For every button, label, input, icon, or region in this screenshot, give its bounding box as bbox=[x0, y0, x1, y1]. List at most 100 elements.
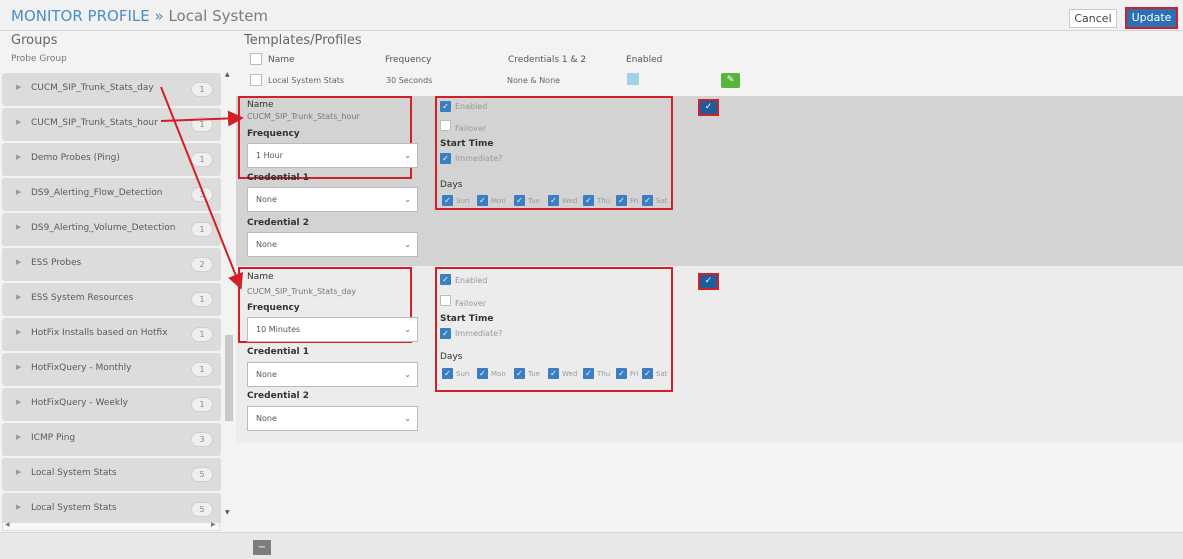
day-checkbox-wed[interactable]: ✓ bbox=[548, 368, 559, 379]
scroll-down-icon[interactable]: ▼ bbox=[225, 509, 230, 516]
group-label: Local System Stats bbox=[31, 503, 117, 513]
credential2-select[interactable]: None ⌄ bbox=[247, 406, 418, 431]
group-item[interactable]: ▶ ICMP Ping 3 bbox=[2, 423, 221, 456]
edit-pencil-icon[interactable]: ✎ bbox=[721, 73, 740, 88]
scrollbar-thumb[interactable] bbox=[225, 335, 233, 421]
template-row-enabled-checkbox bbox=[627, 73, 639, 85]
day-checkbox-fri[interactable]: ✓ bbox=[616, 368, 627, 379]
group-item[interactable]: ▶ HotFixQuery - Weekly 1 bbox=[2, 388, 221, 421]
day-checkbox-tue[interactable]: ✓ bbox=[514, 368, 525, 379]
day-checkbox-sat[interactable]: ✓ bbox=[642, 195, 653, 206]
expand-arrow-icon: ▶ bbox=[16, 83, 22, 91]
group-item[interactable]: ▶ CUCM_SIP_Trunk_Stats_day 1 bbox=[2, 73, 221, 106]
day-checkbox-mon[interactable]: ✓ bbox=[477, 195, 488, 206]
immediate-checkbox[interactable]: ✓ bbox=[440, 328, 451, 339]
expand-arrow-icon: ▶ bbox=[16, 188, 22, 196]
footer-bar bbox=[0, 532, 1183, 559]
day-checkbox-mon[interactable]: ✓ bbox=[477, 368, 488, 379]
frequency-label: Frequency bbox=[247, 129, 300, 139]
save-check-button[interactable]: ✓ bbox=[698, 273, 719, 290]
enabled-checkbox[interactable]: ✓ bbox=[440, 274, 451, 285]
template-row-name: Local System Stats bbox=[268, 76, 345, 85]
frequency-label: Frequency bbox=[247, 303, 300, 313]
select-all-checkbox[interactable] bbox=[250, 53, 262, 65]
group-count-badge: 5 bbox=[191, 467, 213, 482]
failover-label: Failover bbox=[455, 299, 487, 308]
row-select-checkbox[interactable] bbox=[250, 74, 262, 86]
expand-arrow-icon: ▶ bbox=[16, 363, 22, 371]
day-label: Mon bbox=[491, 197, 506, 205]
frequency-select[interactable]: 1 Hour ⌄ bbox=[247, 143, 418, 168]
credential1-label: Credential 1 bbox=[247, 173, 310, 183]
day-label: Fri bbox=[630, 197, 639, 205]
scroll-up-icon[interactable]: ▲ bbox=[225, 71, 230, 78]
group-count-badge: 1 bbox=[191, 327, 213, 342]
groups-heading: Groups bbox=[11, 33, 58, 48]
credential1-select[interactable]: None ⌄ bbox=[247, 187, 418, 212]
credential2-select[interactable]: None ⌄ bbox=[247, 232, 418, 257]
failover-checkbox[interactable] bbox=[440, 120, 451, 131]
page-subtitle: Local System bbox=[168, 7, 269, 25]
group-item[interactable]: ▶ Local System Stats 5 bbox=[2, 493, 221, 523]
immediate-checkbox[interactable]: ✓ bbox=[440, 153, 451, 164]
group-item[interactable]: ▶ ESS Probes 2 bbox=[2, 248, 221, 281]
day-checkbox-sun[interactable]: ✓ bbox=[442, 368, 453, 379]
group-item[interactable]: ▶ Demo Probes (Ping) 1 bbox=[2, 143, 221, 176]
frequency-value: 1 Hour bbox=[256, 151, 283, 160]
group-label: HotFixQuery - Weekly bbox=[31, 398, 128, 408]
group-item[interactable]: ▶ DS9_Alerting_Volume_Detection 1 bbox=[2, 213, 221, 246]
expand-arrow-icon: ▶ bbox=[16, 328, 22, 336]
day-checkbox-sat[interactable]: ✓ bbox=[642, 368, 653, 379]
day-checkbox-wed[interactable]: ✓ bbox=[548, 195, 559, 206]
day-checkbox-tue[interactable]: ✓ bbox=[514, 195, 525, 206]
profile-name: CUCM_SIP_Trunk_Stats_day bbox=[247, 287, 357, 296]
save-check-button[interactable]: ✓ bbox=[698, 99, 719, 116]
group-item[interactable]: ▶ CUCM_SIP_Trunk_Stats_hour 1 bbox=[2, 108, 221, 141]
scroll-left-icon[interactable]: ◀ bbox=[5, 521, 10, 528]
credential1-value: None bbox=[256, 370, 277, 379]
failover-checkbox[interactable] bbox=[440, 295, 451, 306]
enabled-checkbox[interactable]: ✓ bbox=[440, 101, 451, 112]
group-count-badge: 3 bbox=[191, 187, 213, 202]
days-label: Days bbox=[440, 180, 463, 190]
expand-arrow-icon: ▶ bbox=[16, 398, 22, 406]
expand-arrow-icon: ▶ bbox=[16, 223, 22, 231]
chevron-down-icon: ⌄ bbox=[404, 195, 411, 204]
day-label: Wed bbox=[562, 370, 578, 378]
expand-arrow-icon: ▶ bbox=[16, 258, 22, 266]
group-list-scrollbar[interactable]: ▲ ▼ bbox=[223, 71, 235, 523]
update-button[interactable]: Update bbox=[1125, 7, 1178, 29]
group-item[interactable]: ▶ DS9_Alerting_Flow_Detection 3 bbox=[2, 178, 221, 211]
group-item[interactable]: ▶ Local System Stats 5 bbox=[2, 458, 221, 491]
day-checkbox-sun[interactable]: ✓ bbox=[442, 195, 453, 206]
group-count-badge: 1 bbox=[191, 82, 213, 97]
remove-minus-button[interactable]: − bbox=[253, 540, 271, 555]
group-count-badge: 1 bbox=[191, 222, 213, 237]
group-item[interactable]: ▶ HotFixQuery - Monthly 1 bbox=[2, 353, 221, 386]
day-checkbox-thu[interactable]: ✓ bbox=[583, 368, 594, 379]
day-checkbox-fri[interactable]: ✓ bbox=[616, 195, 627, 206]
group-count-badge: 1 bbox=[191, 397, 213, 412]
column-header-enabled: Enabled bbox=[626, 55, 663, 65]
credential2-label: Credential 2 bbox=[247, 218, 310, 228]
group-item[interactable]: ▶ HotFix Installs based on Hotfix 1 bbox=[2, 318, 221, 351]
probe-group-column-header: Probe Group bbox=[11, 54, 67, 64]
day-label: Sun bbox=[456, 197, 470, 205]
group-list-hscrollbar[interactable]: ◀ ▶ bbox=[2, 521, 220, 531]
credential2-value: None bbox=[256, 414, 277, 423]
start-time-label: Start Time bbox=[440, 139, 494, 149]
chevron-down-icon: ⌄ bbox=[404, 151, 411, 160]
cancel-button[interactable]: Cancel bbox=[1069, 9, 1117, 28]
credential1-select[interactable]: None ⌄ bbox=[247, 362, 418, 387]
immediate-label: Immediate? bbox=[455, 329, 503, 338]
group-label: CUCM_SIP_Trunk_Stats_day bbox=[31, 83, 154, 93]
day-checkbox-thu[interactable]: ✓ bbox=[583, 195, 594, 206]
credential2-label: Credential 2 bbox=[247, 391, 310, 401]
frequency-select[interactable]: 10 Minutes ⌄ bbox=[247, 317, 418, 342]
group-item[interactable]: ▶ ESS System Resources 1 bbox=[2, 283, 221, 316]
day-label: Wed bbox=[562, 197, 578, 205]
group-label: Demo Probes (Ping) bbox=[31, 153, 120, 163]
scroll-right-icon[interactable]: ▶ bbox=[211, 521, 216, 528]
chevron-down-icon: ⌄ bbox=[404, 370, 411, 379]
template-row-credentials: None & None bbox=[507, 76, 561, 85]
